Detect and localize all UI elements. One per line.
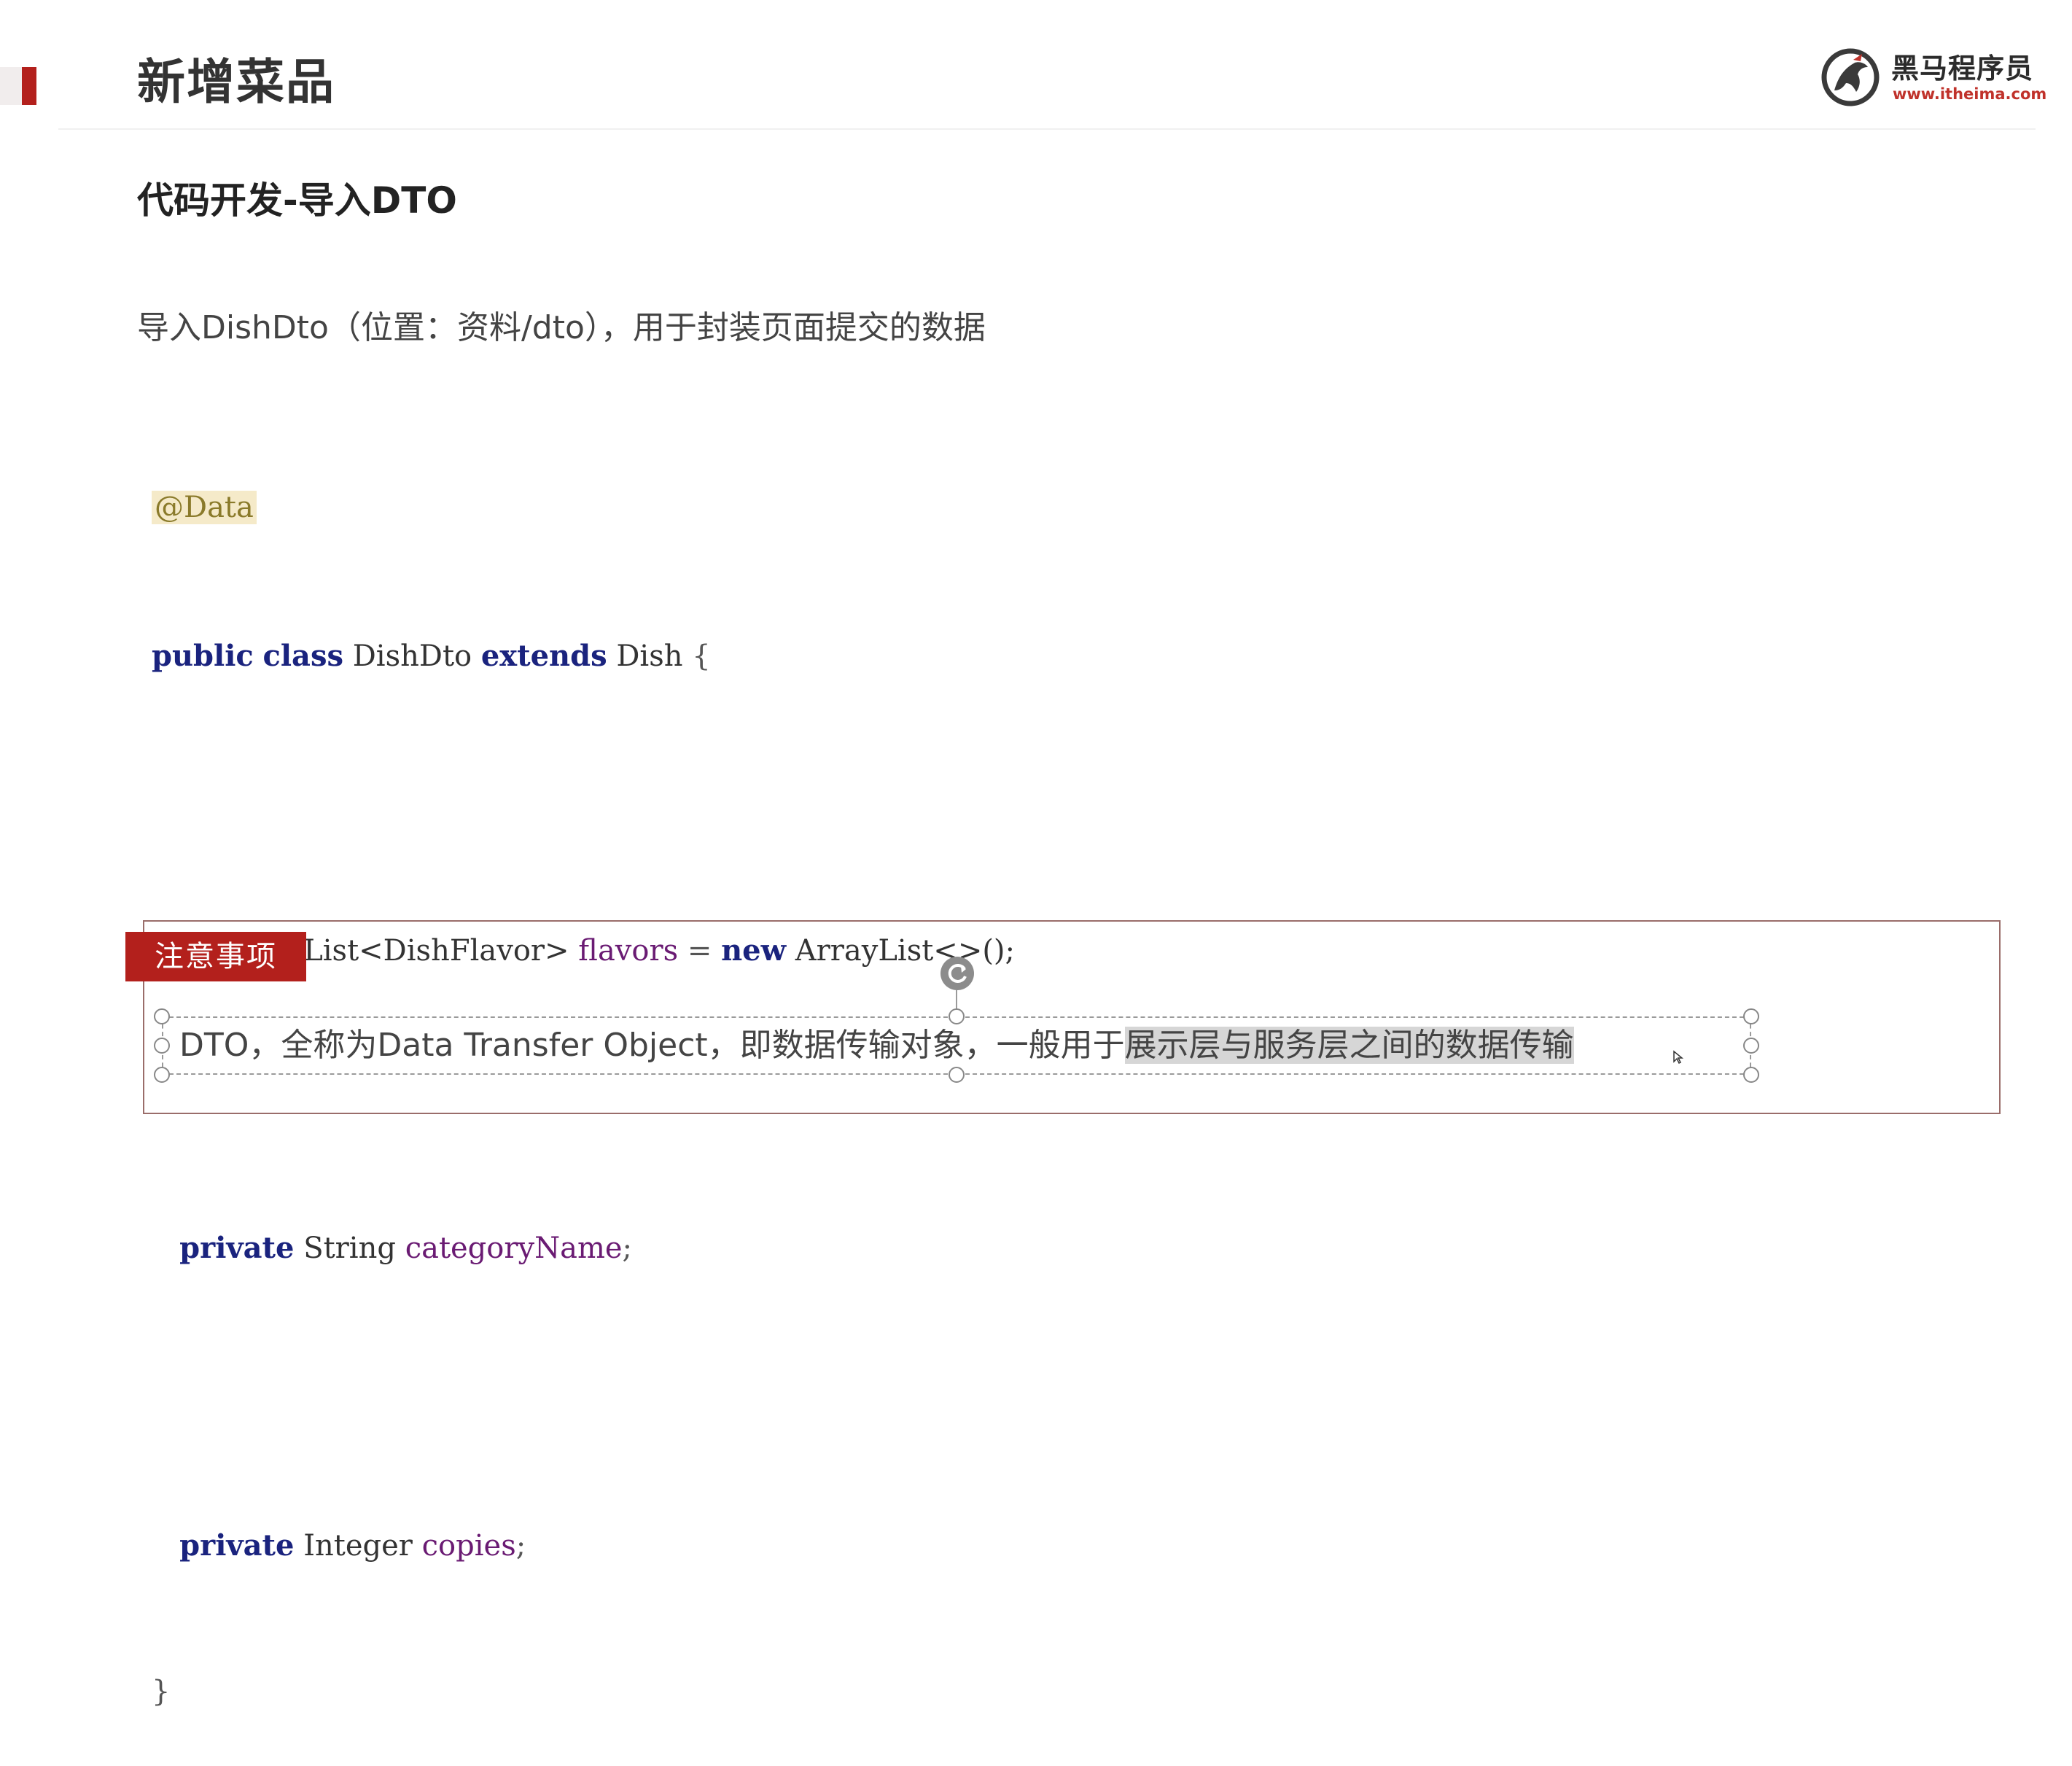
keyword-public: public xyxy=(152,639,254,673)
resize-handle-middle-left[interactable] xyxy=(154,1038,170,1054)
code-line-field-category: private String categoryName; xyxy=(152,1224,1015,1273)
field-name: copies xyxy=(421,1529,516,1563)
parent-class: Dish xyxy=(616,639,683,673)
field-type: String xyxy=(303,1232,396,1265)
keyword-private: private xyxy=(179,1231,295,1265)
resize-handle-bottom-middle[interactable] xyxy=(949,1067,965,1083)
note-tag: 注意事项 xyxy=(125,932,306,981)
field-type: Integer xyxy=(303,1529,413,1563)
resize-handle-top-left[interactable] xyxy=(154,1008,170,1024)
resize-handle-bottom-left[interactable] xyxy=(154,1067,170,1083)
code-line-close: } xyxy=(152,1667,1015,1716)
semicolon: ; xyxy=(515,1529,526,1563)
code-line-field-copies: private Integer copies; xyxy=(152,1521,1015,1568)
page-title: 新增菜品 xyxy=(137,54,335,110)
note-text-selected: 展示层与服务层之间的数据传输 xyxy=(1124,1027,1574,1064)
resize-handle-middle-right[interactable] xyxy=(1743,1038,1759,1054)
keyword-extends: extends xyxy=(480,639,607,673)
accent-bar xyxy=(22,67,36,105)
rotate-handle-icon[interactable] xyxy=(940,957,974,990)
keyword-private: private xyxy=(179,1528,295,1563)
code-line-class-decl: public class DishDto extends Dish { xyxy=(152,631,1015,678)
keyword-class: class xyxy=(262,639,343,673)
close-brace: } xyxy=(152,1675,171,1708)
logo-url: www.itheima.com xyxy=(1893,85,2047,103)
semicolon: ; xyxy=(622,1232,633,1265)
horse-logo-icon xyxy=(1821,48,1880,106)
logo: 黑马程序员 www.itheima.com xyxy=(1820,44,2046,117)
section-subtitle: 代码开发-导入DTO xyxy=(137,179,457,222)
code-line-annotation: @Data xyxy=(152,483,1015,532)
note-text-plain: DTO，全称为Data Transfer Object，即数据传输对象，一般用于 xyxy=(179,1027,1125,1064)
open-brace: { xyxy=(692,639,711,673)
text-cursor-icon xyxy=(1673,1050,1684,1065)
accent-bar-shadow xyxy=(0,67,22,105)
field-name: categoryName xyxy=(405,1232,623,1265)
resize-handle-bottom-right[interactable] xyxy=(1743,1067,1759,1083)
class-name: DishDto xyxy=(352,639,472,673)
header-divider xyxy=(58,128,2036,130)
note-text[interactable]: DTO，全称为Data Transfer Object，即数据传输对象，一般用于… xyxy=(179,1022,1574,1069)
section-description: 导入DishDto（位置：资料/dto），用于封装页面提交的数据 xyxy=(137,309,986,346)
annotation-token: @Data xyxy=(152,491,257,524)
logo-text: 黑马程序员 xyxy=(1891,52,2034,85)
resize-handle-top-right[interactable] xyxy=(1743,1008,1759,1024)
